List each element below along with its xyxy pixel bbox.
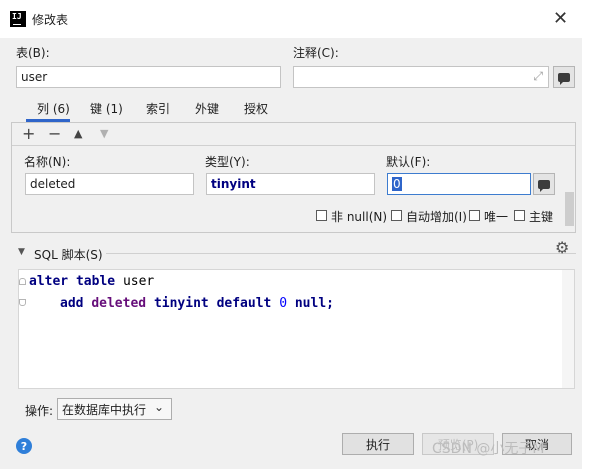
sql-column-name: deleted xyxy=(91,296,147,311)
help-icon[interactable]: ? xyxy=(16,438,32,454)
sql-keyword: default xyxy=(216,296,272,311)
primary-key-checkbox[interactable] xyxy=(514,210,525,221)
close-icon[interactable]: ✕ xyxy=(553,8,568,29)
comment-label: 注释(C): xyxy=(293,46,339,60)
sql-scrollbar[interactable] xyxy=(562,270,574,388)
default-editor-button[interactable] xyxy=(533,173,555,195)
watermark: CSDN @小无子M xyxy=(432,441,545,457)
remove-column-icon[interactable]: − xyxy=(48,124,61,143)
column-type-input[interactable]: tinyint xyxy=(206,173,375,195)
sql-line-1: alter table user xyxy=(29,274,154,289)
column-type-label: 类型(Y): xyxy=(205,155,250,169)
collapse-sql-icon[interactable]: ▼ xyxy=(18,247,25,257)
table-name-input[interactable]: user xyxy=(16,66,281,88)
operation-selected: 在数据库中执行 xyxy=(62,402,147,417)
column-name-input[interactable]: deleted xyxy=(25,173,194,195)
operation-label: 操作: xyxy=(25,404,54,418)
background-window-edge xyxy=(582,0,589,469)
column-name-label: 名称(N): xyxy=(24,155,71,169)
operation-select[interactable]: 在数据库中执行 ⌄ xyxy=(57,398,172,420)
dialog-title: 修改表 xyxy=(32,13,69,27)
auto-increment-label: 自动增加(I) xyxy=(406,210,467,224)
comment-input[interactable]: ⤢ xyxy=(293,66,549,88)
sql-number: 0 xyxy=(279,296,288,311)
unique-label: 唯一 xyxy=(484,210,509,224)
speech-bubble-icon xyxy=(538,179,550,192)
table-name-value: user xyxy=(21,70,48,84)
app-icon: IJ xyxy=(10,11,26,27)
toolbar-divider xyxy=(12,145,575,146)
chevron-down-icon: ⌄ xyxy=(153,400,164,414)
comment-editor-button[interactable] xyxy=(553,66,575,88)
sql-keyword: null; xyxy=(294,296,334,311)
move-down-icon[interactable]: ▼ xyxy=(100,127,108,140)
execute-button[interactable]: 执行 xyxy=(342,433,414,455)
default-label: 默认(F): xyxy=(386,155,431,169)
primary-key-label: 主键 xyxy=(529,210,554,224)
expand-icon[interactable]: ⤢ xyxy=(533,69,543,84)
tab-keys[interactable]: 键 (1) xyxy=(90,100,123,117)
speech-bubble-icon xyxy=(558,72,570,85)
column-name-value: deleted xyxy=(30,177,76,191)
sql-section-label: SQL 脚本(S) xyxy=(34,248,103,262)
tab-foreign-keys[interactable]: 外键 xyxy=(195,100,219,117)
unique-checkbox[interactable] xyxy=(469,210,480,221)
auto-increment-checkbox[interactable] xyxy=(391,210,402,221)
sql-divider xyxy=(106,253,576,254)
fold-start-icon[interactable] xyxy=(19,278,26,285)
sql-keyword: table xyxy=(75,274,116,289)
column-type-value: tinyint xyxy=(211,177,256,191)
scrollbar-thumb[interactable] xyxy=(565,192,574,226)
sql-identifier: user xyxy=(122,274,155,289)
move-up-icon[interactable]: ▲ xyxy=(74,127,82,140)
sql-keyword: alter xyxy=(29,274,69,289)
sql-keyword: add xyxy=(60,296,84,311)
tab-grants[interactable]: 授权 xyxy=(244,100,268,117)
sql-type: tinyint xyxy=(153,296,209,311)
not-null-label: 非 null(N) xyxy=(331,210,388,224)
default-value: 0 xyxy=(392,177,402,191)
sql-line-2: add deleted tinyint default 0 null; xyxy=(60,296,334,311)
title-bar xyxy=(0,0,589,38)
tab-columns[interactable]: 列 (6) xyxy=(37,100,70,117)
default-value-input[interactable]: 0 xyxy=(387,173,531,195)
table-label: 表(B): xyxy=(16,46,50,60)
fold-end-icon[interactable] xyxy=(19,299,26,306)
add-column-icon[interactable]: + xyxy=(22,124,35,143)
not-null-checkbox[interactable] xyxy=(316,210,327,221)
tab-indexes[interactable]: 索引 xyxy=(146,100,170,117)
gear-icon[interactable]: ⚙ xyxy=(555,238,569,257)
